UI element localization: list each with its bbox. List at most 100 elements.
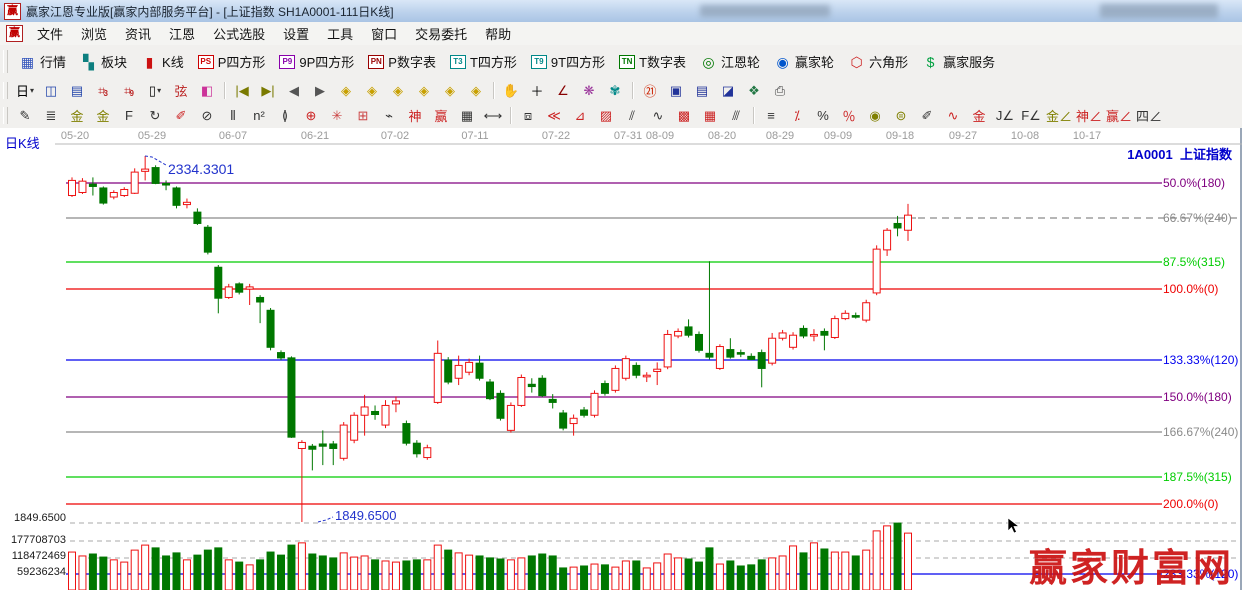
menu-item-6[interactable]: 工具 bbox=[318, 22, 362, 45]
angle-gold-icon[interactable]: 金∠ bbox=[1044, 105, 1074, 126]
compress-both-icon[interactable]: ◈ bbox=[411, 80, 437, 101]
zoom-right-icon[interactable]: ◈ bbox=[359, 80, 385, 101]
pulse-icon[interactable]: ⌁ bbox=[376, 105, 402, 126]
gold-red-icon[interactable]: 金 bbox=[966, 105, 992, 126]
wave-check-icon[interactable]: ∿ bbox=[645, 105, 671, 126]
zoom-left-icon[interactable]: ◈ bbox=[333, 80, 359, 101]
expand-both-icon[interactable]: ◈ bbox=[385, 80, 411, 101]
first-page-icon[interactable]: |◀ bbox=[229, 80, 255, 101]
gann-tool-purple-icon[interactable]: ❋ bbox=[576, 80, 602, 101]
black-knife-icon[interactable]: ✐ bbox=[914, 105, 940, 126]
comb2-icon[interactable]: ⫴ bbox=[220, 105, 246, 126]
gann-wheel-button[interactable]: ◎江恩轮 bbox=[693, 49, 767, 75]
p-number-button[interactable]: PNP数字表 bbox=[361, 49, 443, 75]
9t-square-button[interactable]: T99T四方形 bbox=[524, 49, 612, 75]
menu-item-9[interactable]: 帮助 bbox=[476, 22, 520, 45]
compress-all-icon[interactable]: ◈ bbox=[463, 80, 489, 101]
chart-area[interactable]: 2334.33011849.6500 日K线 1A0001 上证指数 1849.… bbox=[0, 128, 1242, 590]
gold-line-icon[interactable]: ⊜ bbox=[888, 105, 914, 126]
draw-pen-icon[interactable]: ✎ bbox=[12, 105, 38, 126]
last-page-icon[interactable]: ▶| bbox=[255, 80, 281, 101]
angle-shen-icon[interactable]: 神∠ bbox=[1074, 105, 1104, 126]
next-page-icon[interactable]: ▶ bbox=[307, 80, 333, 101]
box-select-icon[interactable]: ⧈ bbox=[515, 105, 541, 126]
f-comb-icon[interactable]: F bbox=[116, 105, 142, 126]
blocks-button[interactable]: ▚板块 bbox=[73, 49, 134, 75]
info-board-icon[interactable]: ▤ bbox=[64, 80, 90, 101]
double-wave-icon[interactable]: ∿ bbox=[940, 105, 966, 126]
angle-four-icon[interactable]: 四∠ bbox=[1134, 105, 1164, 126]
angle-j-icon[interactable]: J∠ bbox=[992, 105, 1018, 126]
hatch-box-icon[interactable]: ▨ bbox=[593, 105, 619, 126]
peak-annotation-label: 2334.3301 bbox=[168, 161, 234, 177]
slash-lines-icon[interactable]: ⫻ bbox=[723, 105, 749, 126]
menu-item-2[interactable]: 资讯 bbox=[116, 22, 160, 45]
bars-3-icon[interactable]: ⌗3 bbox=[90, 80, 116, 101]
period-day-selector[interactable]: 日▾ bbox=[12, 80, 38, 101]
winner-wheel-button[interactable]: ◉赢家轮 bbox=[767, 49, 841, 75]
shen-grid-icon[interactable]: 神 bbox=[402, 105, 428, 126]
gann-fan-icon[interactable]: ≪ bbox=[541, 105, 567, 126]
9p-square-button[interactable]: P99P四方形 bbox=[272, 49, 361, 75]
kline-chart-canvas[interactable]: 2334.33011849.6500 bbox=[0, 128, 1242, 590]
percent-line-icon[interactable]: ％ bbox=[836, 105, 862, 126]
time-cycle-icon[interactable]: ⊘ bbox=[194, 105, 220, 126]
circle-cross-icon[interactable]: ⊕ bbox=[298, 105, 324, 126]
crosshair-icon[interactable]: ＋ bbox=[524, 80, 550, 101]
candle-style-icon[interactable]: ▯▾ bbox=[142, 80, 168, 101]
menu-item-4[interactable]: 公式选股 bbox=[204, 22, 274, 45]
t-number-button[interactable]: TNT数字表 bbox=[612, 49, 693, 75]
angle-f-icon[interactable]: F∠ bbox=[1018, 105, 1044, 126]
percent-strike-icon[interactable]: ⁒ bbox=[784, 105, 810, 126]
save-icon[interactable]: ◪ bbox=[715, 80, 741, 101]
fan-box-icon[interactable]: ⊿ bbox=[567, 105, 593, 126]
level-ladder-icon[interactable]: ≡ bbox=[758, 105, 784, 126]
percent-icon[interactable]: % bbox=[810, 105, 836, 126]
prev-page-icon[interactable]: ◀ bbox=[281, 80, 307, 101]
bars-9-icon[interactable]: ⌗9 bbox=[116, 80, 142, 101]
menu-item-7[interactable]: 窗口 bbox=[362, 22, 406, 45]
quotes-button[interactable]: ▦行情 bbox=[12, 49, 73, 75]
n-square-icon[interactable]: n² bbox=[246, 105, 272, 126]
number-grid-icon[interactable]: ▦ bbox=[454, 105, 480, 126]
gold-circle-icon[interactable]: ◉ bbox=[862, 105, 888, 126]
calculator-icon[interactable]: ▣ bbox=[663, 80, 689, 101]
gold-comb-2-icon[interactable]: 金 bbox=[90, 105, 116, 126]
expand-all-icon[interactable]: ◈ bbox=[437, 80, 463, 101]
mirror-icon[interactable]: ≬ bbox=[272, 105, 298, 126]
square-web-icon[interactable]: ⊞ bbox=[350, 105, 376, 126]
menu-item-8[interactable]: 交易委托 bbox=[406, 22, 476, 45]
candle-body-36 bbox=[445, 360, 452, 382]
menu-item-1[interactable]: 浏览 bbox=[72, 22, 116, 45]
gold-comb-1-icon[interactable]: 金 bbox=[64, 105, 90, 126]
calendar-icon[interactable]: ㉑ bbox=[637, 80, 663, 101]
red-grid-1-icon[interactable]: ▩ bbox=[671, 105, 697, 126]
notes-icon[interactable]: ▤ bbox=[689, 80, 715, 101]
width-measure-icon[interactable]: ⟷ bbox=[480, 105, 506, 126]
parallel-lines-icon[interactable]: ⫽ bbox=[619, 105, 645, 126]
gann-tool-teal-icon[interactable]: ✾ bbox=[602, 80, 628, 101]
menu-item-5[interactable]: 设置 bbox=[274, 22, 318, 45]
spider-web-icon[interactable]: ✳ bbox=[324, 105, 350, 126]
p-square-button[interactable]: PSP四方形 bbox=[191, 49, 273, 75]
angle-measure-icon[interactable]: ∠ bbox=[550, 80, 576, 101]
menu-item-3[interactable]: 江恩 bbox=[160, 22, 204, 45]
red-grid-2-icon[interactable]: ▦ bbox=[697, 105, 723, 126]
menu-item-0[interactable]: 文件 bbox=[28, 22, 72, 45]
red-pen-icon[interactable]: ✐ bbox=[168, 105, 194, 126]
kline-button[interactable]: ▮K线 bbox=[134, 49, 191, 75]
winner-service-button[interactable]: $赢家服务 bbox=[915, 49, 1002, 75]
price-comb-icon[interactable]: ≣ bbox=[38, 105, 64, 126]
web-export-icon[interactable]: ❖ bbox=[741, 80, 767, 101]
volume-bar-43 bbox=[518, 558, 525, 590]
hexagon-button[interactable]: ⬡六角形 bbox=[841, 49, 915, 75]
gann-string-icon[interactable]: 弦 bbox=[168, 80, 194, 101]
drag-hand-icon[interactable]: ✋ bbox=[498, 80, 524, 101]
t-square-button[interactable]: T3T四方形 bbox=[443, 49, 524, 75]
print-icon[interactable]: ⎙ bbox=[767, 80, 793, 101]
angle-ying-icon[interactable]: 赢∠ bbox=[1104, 105, 1134, 126]
spiral-icon[interactable]: ↻ bbox=[142, 105, 168, 126]
ying-grid-icon[interactable]: 赢 bbox=[428, 105, 454, 126]
color-sort-icon[interactable]: ◧ bbox=[194, 80, 220, 101]
self-select-icon[interactable]: ◫ bbox=[38, 80, 64, 101]
